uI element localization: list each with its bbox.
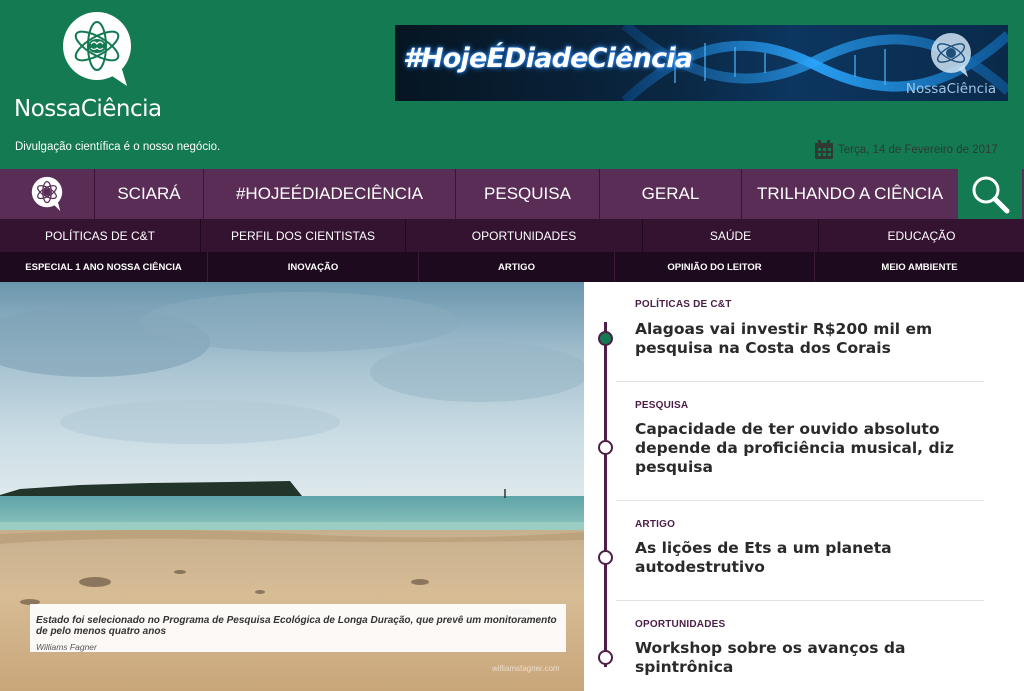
nav-item-politicas[interactable]: POLÍTICAS DE C&T (0, 219, 200, 252)
nav-item-inovacao[interactable]: INOVAÇÃO (207, 252, 418, 282)
nav-item-artigo[interactable]: ARTIGO (418, 252, 614, 282)
timeline-dot[interactable] (598, 440, 613, 455)
nav-item-trilhando-a-ciencia[interactable]: TRILHANDO A CIÊNCIA (741, 169, 958, 219)
nav-item-hojeediadeciencia[interactable]: #HOJEÉDIADECIÊNCIA (203, 169, 455, 219)
primary-nav: SCIARÁ #HOJEÉDIADECIÊNCIA PESQUISA GERAL… (0, 169, 1024, 219)
timeline-dot-active[interactable] (598, 331, 613, 346)
tertiary-nav: ESPECIAL 1 ANO NOSSA CIÊNCIA INOVAÇÃO AR… (0, 252, 1024, 282)
atom-brain-chat-icon (931, 33, 971, 77)
nav-item-pesquisa[interactable]: PESQUISA (455, 169, 599, 219)
site-logo[interactable]: NossaCiência (14, 8, 184, 128)
date-text: Terça, 14 de Fevereiro de 2017 (838, 144, 998, 156)
photo-credit: Williams Fagner (36, 642, 97, 652)
nav-item-sciara[interactable]: SCIARÁ (94, 169, 203, 219)
secondary-nav: POLÍTICAS DE C&T PERFIL DOS CIENTISTAS O… (0, 219, 1024, 252)
hero-caption: Estado foi selecionado no Programa de Pe… (30, 604, 566, 652)
hero-image[interactable]: Estado foi selecionado no Programa de Pe… (0, 282, 584, 691)
site-tagline: Divulgação científica é o nosso negócio. (15, 141, 221, 153)
timeline-line (604, 322, 607, 667)
news-category[interactable]: PESQUISA (635, 400, 688, 411)
timeline-dot[interactable] (598, 650, 613, 665)
nav-item-opiniao[interactable]: OPINIÃO DO LEITOR (614, 252, 814, 282)
nav-item-geral[interactable]: GERAL (599, 169, 741, 219)
banner-logo: NossaCiência (896, 29, 1006, 99)
current-date: Terça, 14 de Fevereiro de 2017 (814, 139, 998, 161)
news-title[interactable]: Workshop sobre os avanços da spintrônica (635, 639, 975, 677)
promo-banner[interactable]: #HojeÉDiadeCiência NossaCiência (395, 25, 1008, 101)
nav-item-especial[interactable]: ESPECIAL 1 ANO NOSSA CIÊNCIA (0, 252, 207, 282)
atom-brain-chat-icon (63, 12, 131, 86)
news-category[interactable]: POLÍTICAS DE C&T (635, 299, 732, 310)
site-header: NossaCiência Divulgação científica é o n… (0, 0, 1024, 169)
news-divider (616, 600, 984, 601)
news-title[interactable]: As lições de Ets a um planeta autodestru… (635, 539, 975, 577)
home-logo-icon (31, 176, 63, 212)
news-category[interactable]: ARTIGO (635, 519, 675, 530)
banner-logo-text: NossaCiência (905, 81, 997, 97)
calendar-icon (815, 140, 833, 159)
timeline-dot[interactable] (598, 550, 613, 565)
logo-text: NossaCiência (14, 96, 162, 122)
search-icon (972, 176, 1010, 214)
news-title[interactable]: Alagoas vai investir R$200 mil em pesqui… (635, 320, 975, 358)
nav-item-oportunidades[interactable]: OPORTUNIDADES (405, 219, 642, 252)
caption-text: Estado foi selecionado no Programa de Pe… (36, 615, 557, 637)
nav-item-meio-ambiente[interactable]: MEIO AMBIENTE (814, 252, 1024, 282)
news-divider (616, 381, 984, 382)
news-title[interactable]: Capacidade de ter ouvido absoluto depend… (635, 420, 975, 477)
news-category[interactable]: OPORTUNIDADES (635, 619, 725, 630)
home-button[interactable] (0, 169, 94, 219)
nav-item-saude[interactable]: SAÚDE (642, 219, 818, 252)
search-button[interactable] (958, 169, 1022, 219)
nav-item-educacao[interactable]: EDUCAÇÃO (818, 219, 1024, 252)
nav-item-perfil[interactable]: PERFIL DOS CIENTISTAS (200, 219, 405, 252)
news-divider (616, 500, 984, 501)
news-feed: POLÍTICAS DE C&T Alagoas vai investir R$… (616, 282, 984, 691)
photo-watermark: williamsfagner.com (492, 664, 560, 673)
banner-hashtag: #HojeÉDiadeCiência (403, 43, 693, 74)
